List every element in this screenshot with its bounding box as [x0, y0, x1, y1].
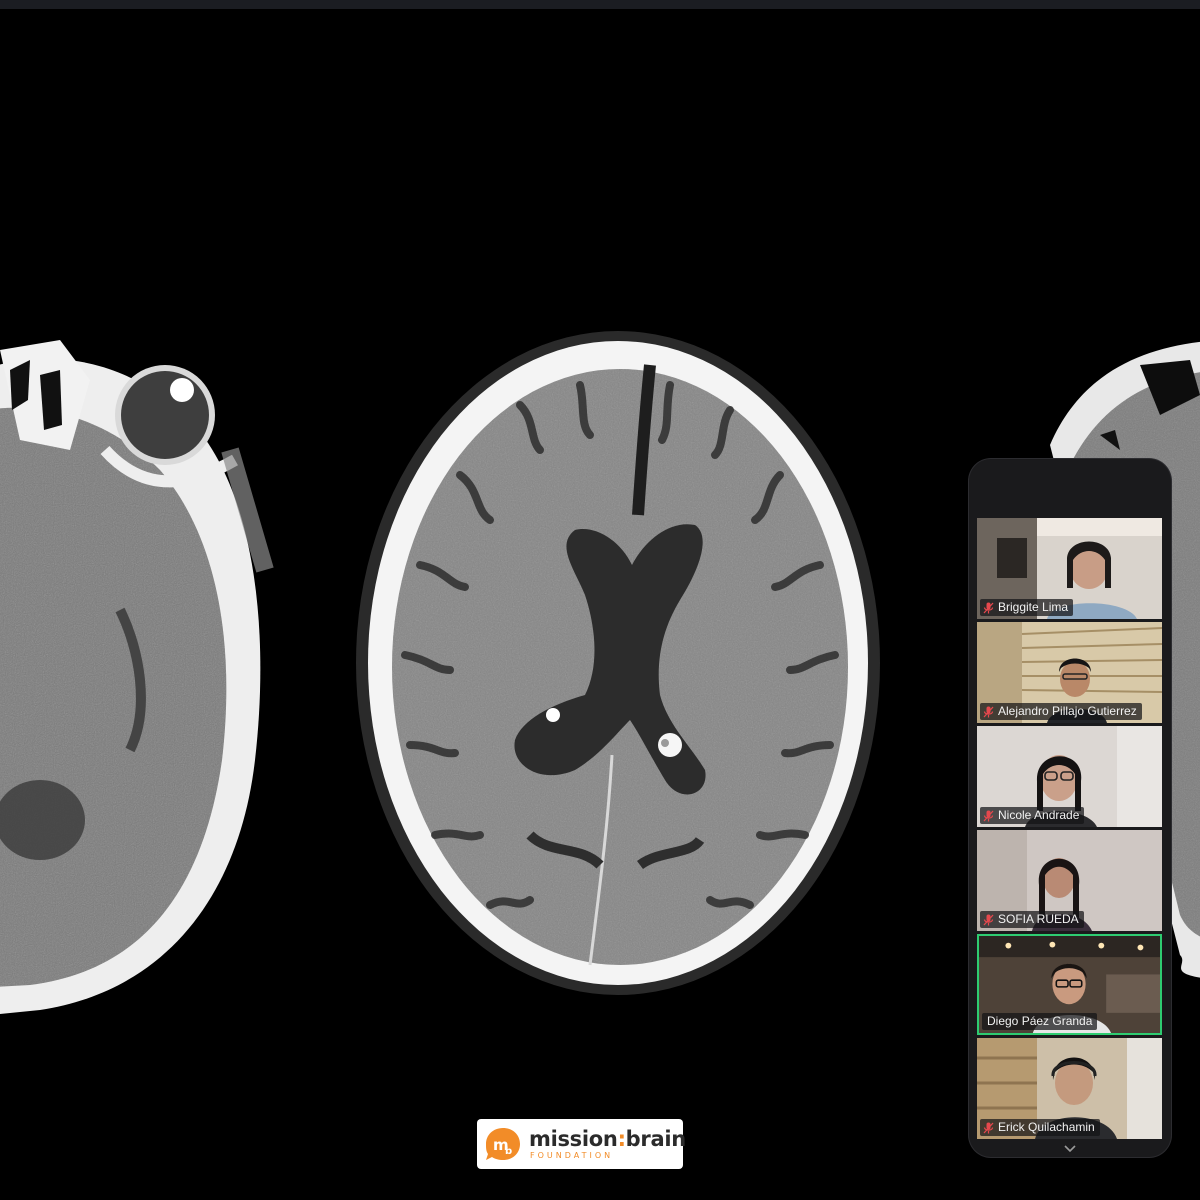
participant-name-tag: Alejandro Pillajo Gutierrez: [980, 703, 1142, 720]
participant-tile-nicole-andrade[interactable]: Nicole Andrade: [977, 726, 1162, 827]
logo-word-right: brain: [625, 1126, 687, 1151]
meeting-window: Briggite Lima Alejandro Pillajo Gutierre…: [0, 0, 1200, 1200]
participant-name: Diego Páez Granda: [987, 1014, 1093, 1028]
mic-muted-icon: [983, 1122, 994, 1133]
participant-name: Nicole Andrade: [998, 808, 1080, 822]
mic-muted-icon: [983, 914, 994, 925]
ct-scan-center: [356, 331, 880, 995]
svg-text:b: b: [505, 1146, 512, 1157]
mic-muted-icon: [983, 810, 994, 821]
logo-word-left: mission: [529, 1126, 618, 1151]
mic-muted-icon: [983, 602, 994, 613]
ct-scan-left: [0, 340, 274, 1014]
chevron-down-icon[interactable]: [1064, 1145, 1076, 1153]
logo-title: mission:brain: [529, 1126, 687, 1151]
window-top-bar: [0, 0, 1200, 9]
participant-tiles: Briggite Lima Alejandro Pillajo Gutierre…: [977, 518, 1162, 1142]
participant-name-tag: Briggite Lima: [980, 599, 1074, 616]
logo-word-separator: :: [617, 1126, 626, 1151]
participant-tile-erick-quilachamin[interactable]: Erick Quilachamin: [977, 1038, 1162, 1139]
participant-name-tag: Erick Quilachamin: [980, 1119, 1100, 1136]
mission-brain-logo: m b mission:brain FOUNDATION: [477, 1119, 687, 1169]
participant-tile-alejandro-pillajo-gutierrez[interactable]: Alejandro Pillajo Gutierrez: [977, 622, 1162, 723]
logo-wordmark: mission:brain FOUNDATION: [529, 1126, 687, 1160]
mic-muted-icon: [983, 706, 994, 717]
participant-tile-diego-paez-granda[interactable]: Diego Páez Granda: [977, 934, 1162, 1035]
logo-subtitle: FOUNDATION: [530, 1150, 614, 1160]
participant-name-tag: SOFIA RUEDA: [980, 911, 1084, 928]
participant-tile-briggite-lima[interactable]: Briggite Lima: [977, 518, 1162, 619]
participants-panel: Briggite Lima Alejandro Pillajo Gutierre…: [969, 459, 1171, 1157]
participant-name: Briggite Lima: [998, 600, 1069, 614]
participant-name: Alejandro Pillajo Gutierrez: [998, 704, 1137, 718]
participant-name-tag: Diego Páez Granda: [982, 1013, 1098, 1030]
participant-tile-sofia-rueda[interactable]: SOFIA RUEDA: [977, 830, 1162, 931]
participant-name: SOFIA RUEDA: [998, 912, 1079, 926]
brain-logo-icon: m b: [486, 1128, 520, 1160]
participant-name-tag: Nicole Andrade: [980, 807, 1085, 824]
participant-name: Erick Quilachamin: [998, 1120, 1095, 1134]
